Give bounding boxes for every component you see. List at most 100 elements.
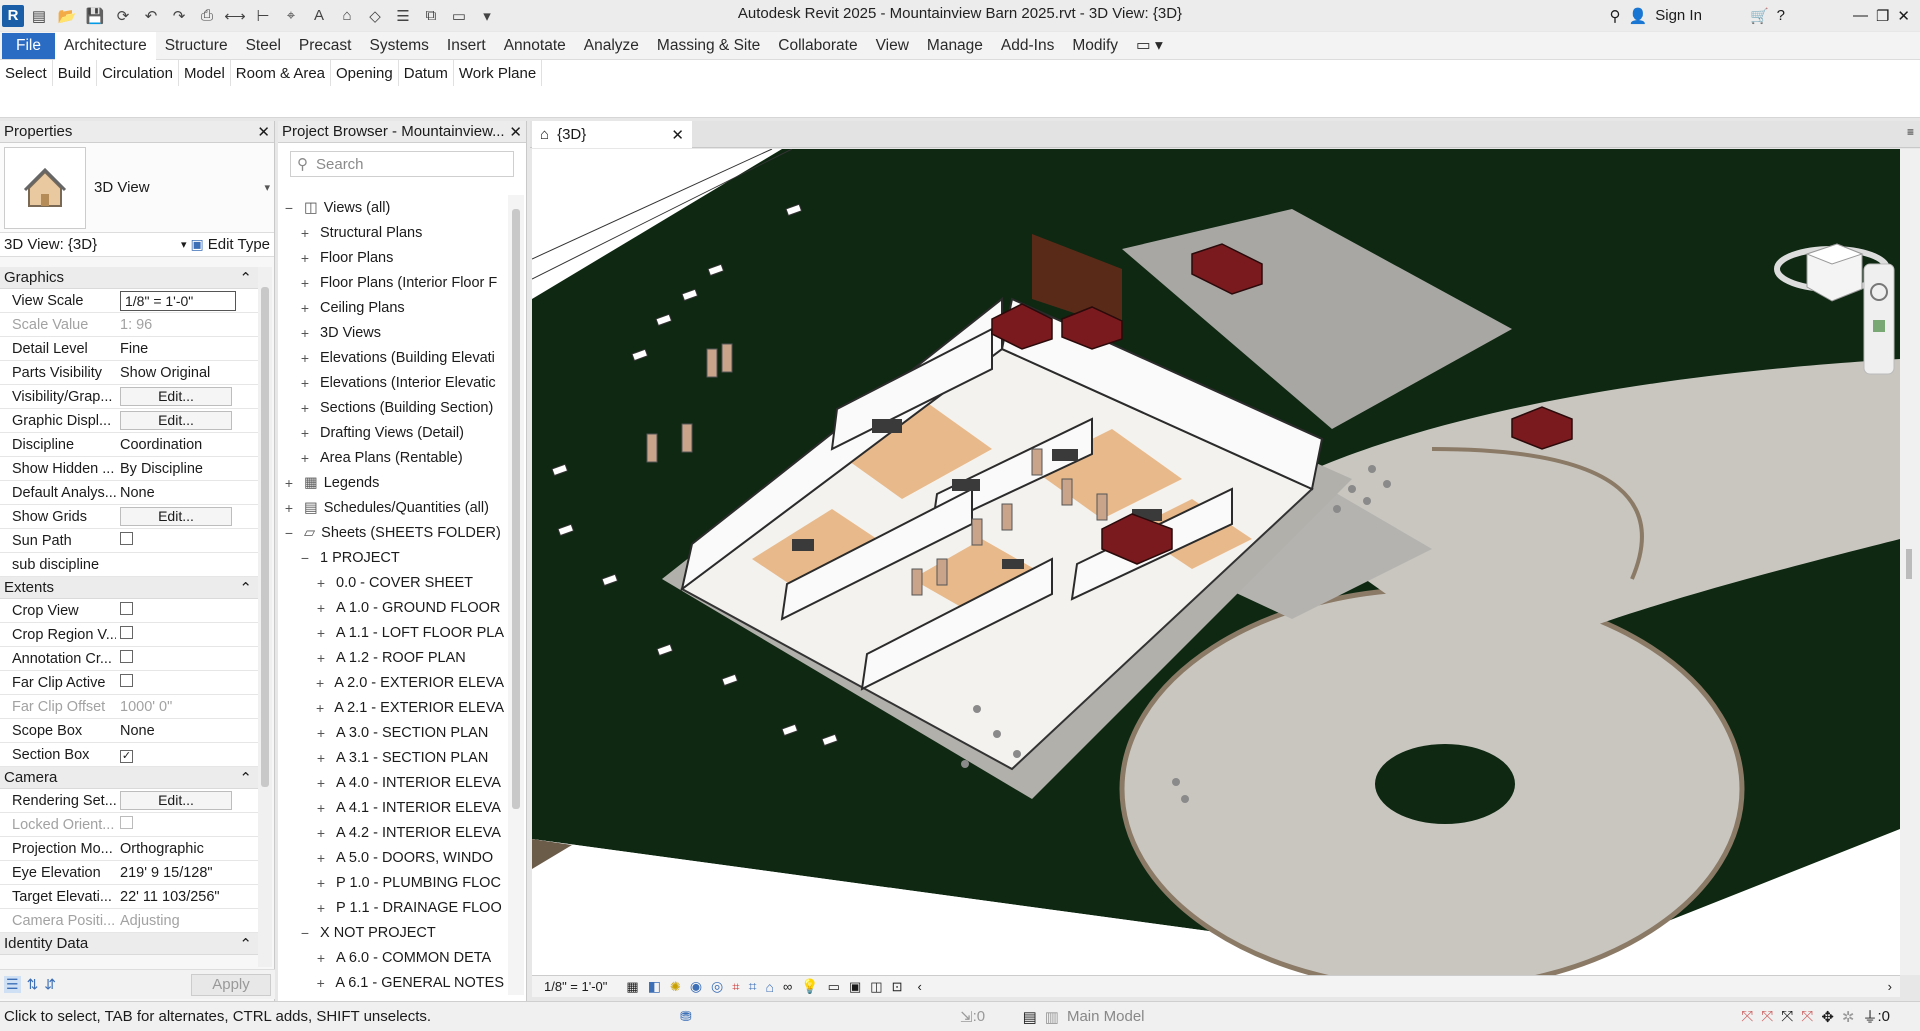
binoculars-icon[interactable]: ⚲: [1610, 7, 1621, 25]
expand-icon[interactable]: +: [298, 400, 312, 416]
expand-icon[interactable]: +: [314, 950, 328, 966]
close-window-icon[interactable]: ✕: [1897, 7, 1910, 25]
model-selector-icon[interactable]: ▥: [1045, 1008, 1059, 1026]
tree-node[interactable]: + A 2.1 - EXTERIOR ELEVA: [278, 695, 504, 720]
sign-in-link[interactable]: Sign In: [1655, 7, 1702, 24]
model-icon[interactable]: ▤: [1023, 1008, 1037, 1026]
property-value[interactable]: Coordination: [116, 437, 258, 453]
default-3d-icon[interactable]: ⌂: [334, 4, 360, 28]
tab-systems[interactable]: Systems: [360, 32, 437, 60]
tree-node[interactable]: + A 1.1 - LOFT FLOOR PLA: [278, 620, 504, 645]
tree-node[interactable]: + Elevations (Building Elevati: [278, 345, 504, 370]
panel-select[interactable]: Select: [0, 60, 53, 86]
tab-structure[interactable]: Structure: [156, 32, 237, 60]
apply-button[interactable]: Apply: [191, 973, 271, 996]
section-camera[interactable]: Camera ⌃: [0, 767, 258, 789]
switch-windows-icon[interactable]: ▭: [446, 4, 472, 28]
tab-massing-site[interactable]: Massing & Site: [648, 32, 769, 60]
minimize-icon[interactable]: —: [1853, 7, 1868, 24]
chevron-down-icon[interactable]: ▾: [181, 238, 187, 251]
collapse-icon[interactable]: −: [282, 200, 296, 216]
select-links-icon[interactable]: ⤧: [1741, 1008, 1753, 1025]
property-value[interactable]: By Discipline: [116, 461, 258, 477]
edit-type-button[interactable]: Edit Type: [208, 236, 270, 253]
expand-icon[interactable]: +: [314, 775, 328, 791]
panel-model[interactable]: Model: [179, 60, 231, 86]
crop-view-icon[interactable]: ⌗: [732, 979, 739, 995]
expand-icon[interactable]: +: [298, 450, 312, 466]
collapse-icon[interactable]: −: [298, 550, 312, 566]
tree-node[interactable]: + Floor Plans (Interior Floor F: [278, 270, 504, 295]
tree-node[interactable]: + A 3.0 - SECTION PLAN: [278, 720, 504, 745]
cart-icon[interactable]: 🛒: [1750, 7, 1769, 25]
worksharing-icon[interactable]: ▭: [828, 979, 840, 995]
print-icon[interactable]: ⎙: [194, 4, 220, 28]
tab-file[interactable]: File: [2, 32, 55, 59]
text-icon[interactable]: A: [306, 4, 332, 28]
ribbon-display-options-icon[interactable]: ▭ ▾: [1127, 32, 1172, 60]
type-selector[interactable]: 3D View ▾: [0, 143, 274, 233]
property-checkbox[interactable]: ✓: [120, 749, 133, 763]
collapse-icon[interactable]: −: [298, 925, 312, 941]
tree-node[interactable]: + Ceiling Plans: [278, 295, 504, 320]
sort-icon[interactable]: ☰: [4, 976, 21, 993]
expand-icon[interactable]: +: [314, 650, 328, 666]
tree-node[interactable]: + A 6.0 - COMMON DETA: [278, 945, 504, 970]
close-hidden-icon[interactable]: ⧉: [418, 4, 444, 28]
render-icon[interactable]: ◎: [711, 978, 723, 995]
customize-qat-icon[interactable]: ▾: [474, 4, 500, 28]
scroll-right-icon[interactable]: ›: [1888, 979, 1892, 994]
tab-modify[interactable]: Modify: [1063, 32, 1127, 60]
tree-node[interactable]: + A 4.0 - INTERIOR ELEVA: [278, 770, 504, 795]
property-checkbox[interactable]: [120, 532, 133, 545]
aligned-dimension-icon[interactable]: ⊢: [250, 4, 276, 28]
3d-view-canvas[interactable]: [532, 149, 1900, 975]
expand-icon[interactable]: +: [298, 375, 312, 391]
tab-steel[interactable]: Steel: [237, 32, 290, 60]
revit-logo[interactable]: R: [2, 4, 24, 27]
expand-icon[interactable]: +: [282, 475, 296, 491]
tree-node[interactable]: + Structural Plans: [278, 220, 504, 245]
open-icon[interactable]: 📂: [54, 4, 80, 28]
constraints-icon[interactable]: ⊡: [892, 979, 903, 995]
tree-node[interactable]: − ▱ Sheets (SHEETS FOLDER): [278, 520, 504, 545]
canvas-vertical-scrollbar[interactable]: [1900, 149, 1920, 975]
expand-icon[interactable]: +: [314, 850, 328, 866]
property-value[interactable]: None: [116, 485, 258, 501]
expand-icon[interactable]: +: [298, 225, 312, 241]
browser-search[interactable]: ⚲ Search: [290, 151, 514, 177]
tab-manage[interactable]: Manage: [918, 32, 992, 60]
instance-filter[interactable]: 3D View: {3D}: [4, 236, 97, 253]
sync-icon[interactable]: ⟳: [110, 4, 136, 28]
restore-icon[interactable]: ❐: [1876, 7, 1889, 25]
section-graphics[interactable]: Graphics ⌃: [0, 267, 258, 289]
collapse-icon[interactable]: ⌃: [239, 935, 252, 953]
collapse-icon[interactable]: ⌃: [239, 269, 252, 287]
expand-icon[interactable]: +: [298, 425, 312, 441]
expand-icon[interactable]: +: [314, 900, 328, 916]
edit-type-icon[interactable]: ▣: [191, 236, 204, 253]
shadows-icon[interactable]: ◉: [690, 978, 702, 995]
section-icon[interactable]: ◇: [362, 4, 388, 28]
thin-lines-icon[interactable]: ☰: [390, 4, 416, 28]
tree-node[interactable]: + A 1.0 - GROUND FLOOR: [278, 595, 504, 620]
tab-menu-icon[interactable]: ≡: [1907, 125, 1914, 139]
expand-icon[interactable]: +: [298, 325, 312, 341]
redo-icon[interactable]: ↷: [166, 4, 192, 28]
tree-node[interactable]: + ▤ Schedules/Quantities (all): [278, 495, 504, 520]
tree-node[interactable]: − ◫ Views (all): [278, 195, 504, 220]
expand-icon[interactable]: +: [314, 575, 328, 591]
property-value[interactable]: 219' 9 15/128": [116, 865, 258, 881]
edit-button[interactable]: Edit...: [120, 387, 232, 406]
tree-node[interactable]: + A 3.1 - SECTION PLAN: [278, 745, 504, 770]
panel-circulation[interactable]: Circulation: [97, 60, 179, 86]
tree-node[interactable]: + A 5.0 - DOORS, WINDO: [278, 845, 504, 870]
expand-icon[interactable]: +: [298, 250, 312, 266]
tree-node[interactable]: + A 1.2 - ROOF PLAN: [278, 645, 504, 670]
expand-icon[interactable]: +: [314, 725, 328, 741]
tree-node[interactable]: + A 4.1 - INTERIOR ELEVA: [278, 795, 504, 820]
expand-icon[interactable]: +: [314, 875, 328, 891]
property-value[interactable]: None: [116, 723, 258, 739]
close-icon[interactable]: ✕: [509, 123, 522, 141]
expand-icon[interactable]: +: [314, 700, 326, 716]
